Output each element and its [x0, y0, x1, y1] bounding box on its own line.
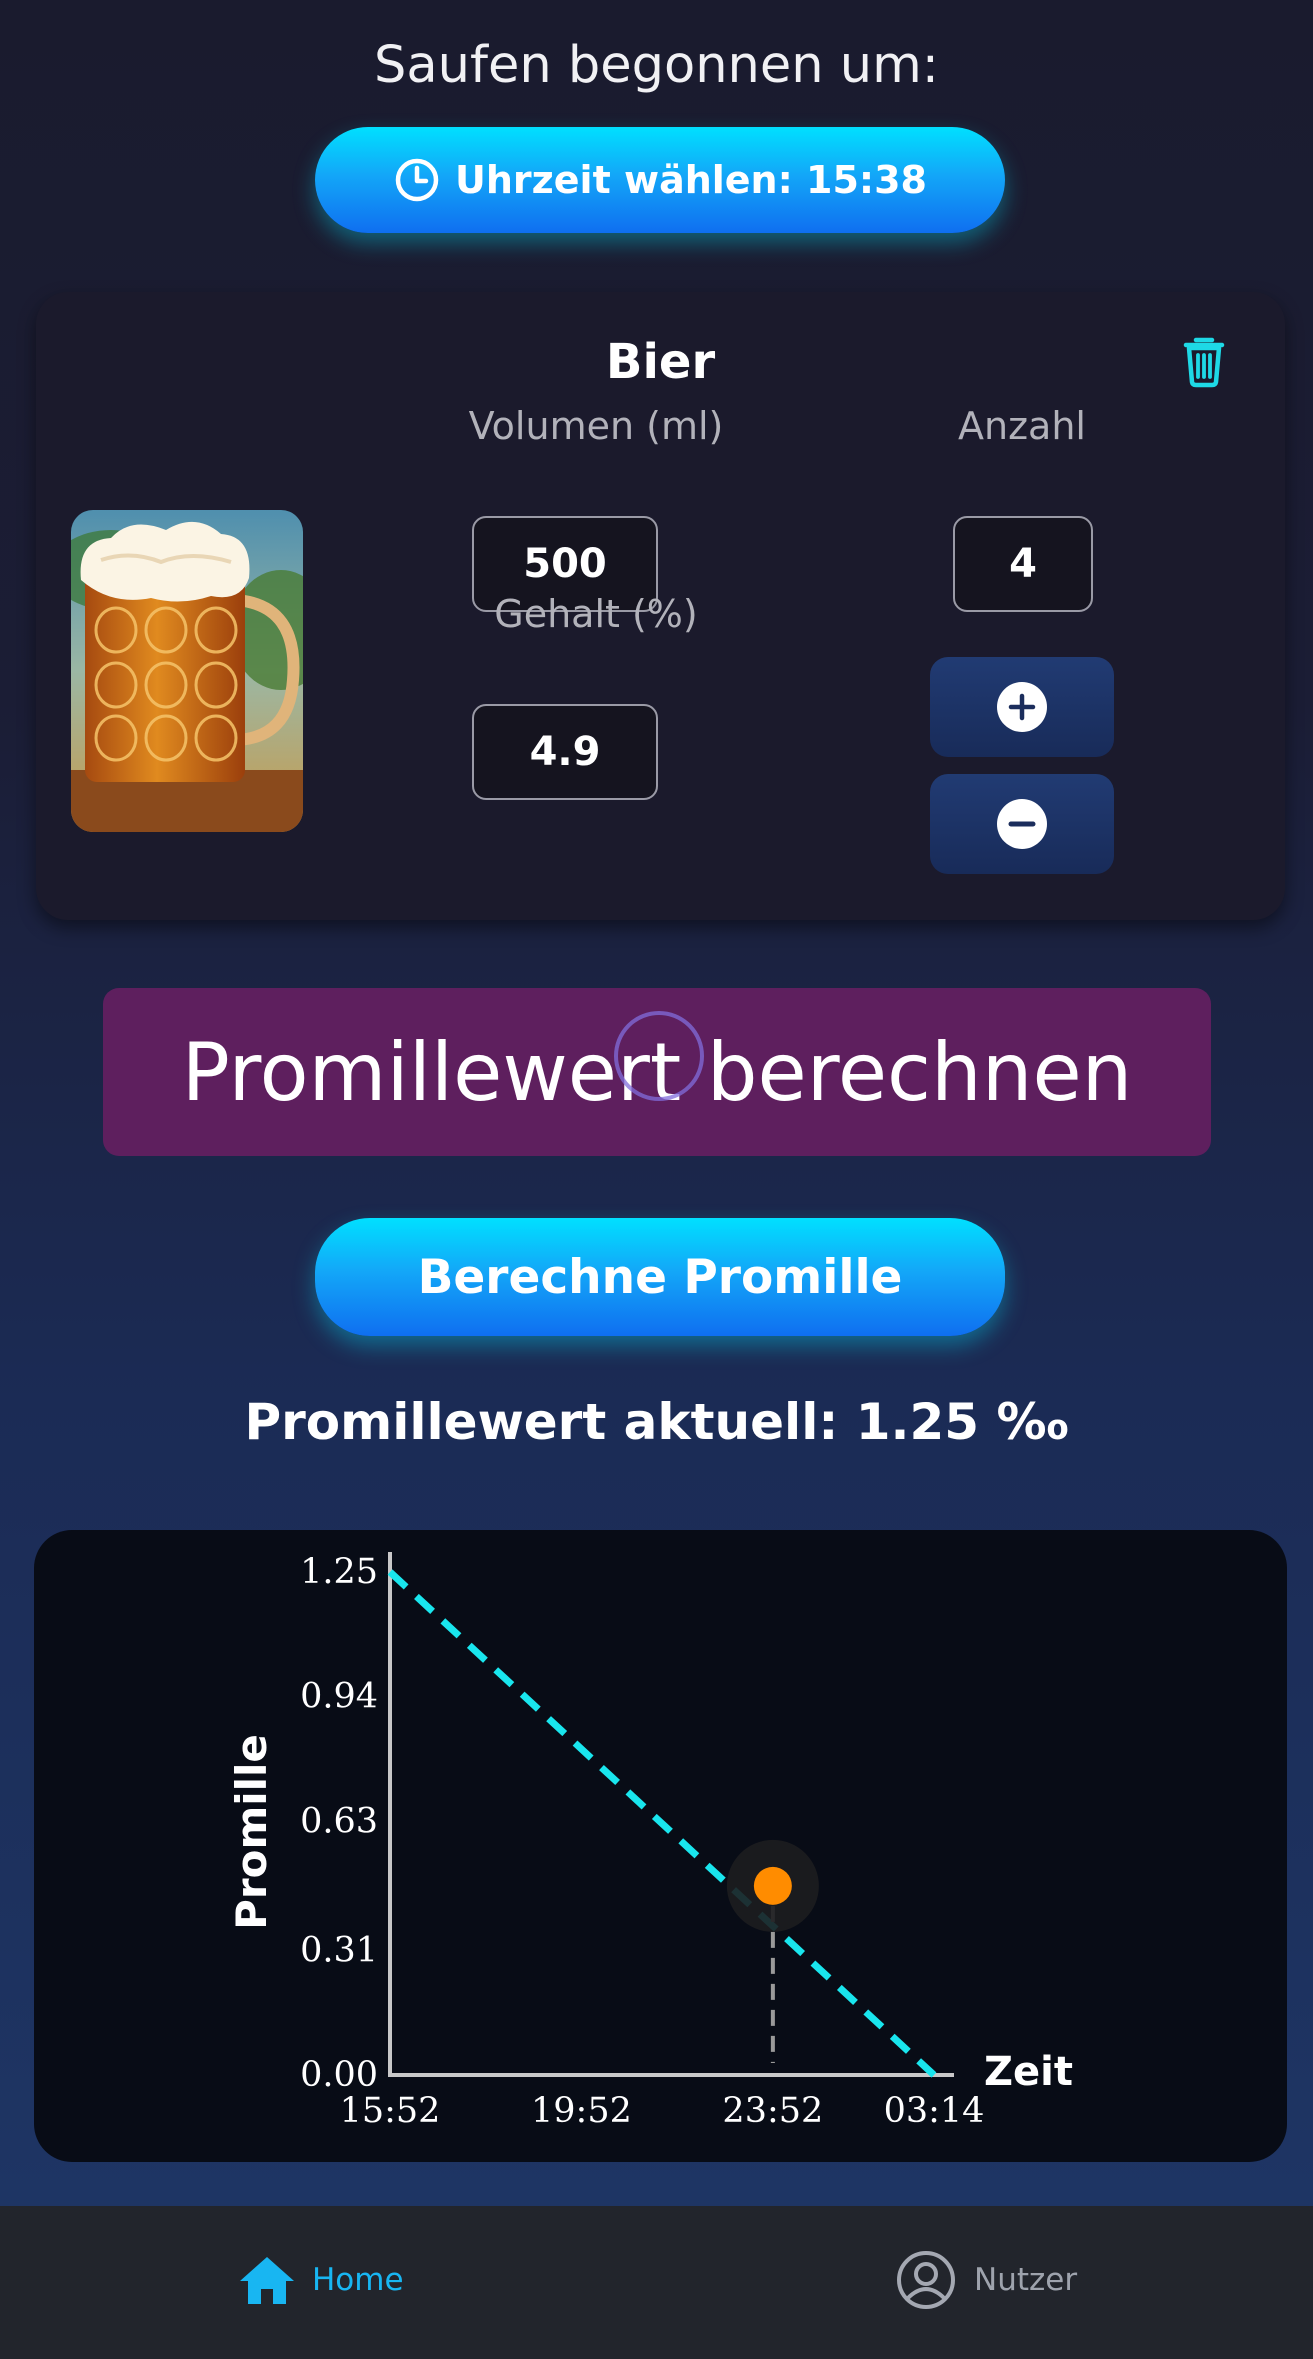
- nav-user[interactable]: Nutzer: [896, 2250, 1077, 2310]
- drink-card: Bier Volumen (ml) 500 Gehalt (%) 4.9 Anz…: [36, 292, 1285, 920]
- y-tick-label: 0.31: [300, 1930, 378, 1970]
- y-tick-label: 0.00: [300, 2055, 378, 2095]
- nav-home-label: Home: [312, 2262, 404, 2298]
- nav-home[interactable]: Home: [238, 2254, 404, 2306]
- x-tick-label: 15:52: [340, 2091, 441, 2131]
- y-axis-label: Promille: [227, 1734, 276, 1930]
- x-tick-label: 19:52: [531, 2091, 632, 2131]
- x-axis-label: Zeit: [984, 2049, 1073, 2095]
- choose-time-label: Uhrzeit wählen: 15:38: [455, 158, 927, 202]
- alcohol-content-input[interactable]: 4.9: [472, 704, 658, 800]
- user-circle-icon: [897, 2251, 955, 2309]
- beer-image: [71, 510, 303, 832]
- promille-chart: 1.25 0.94 0.63 0.31 0.00 15:52 19:52 23:52 03:1…: [227, 1552, 1073, 2131]
- nav-user-label: Nutzer: [974, 2262, 1078, 2298]
- promille-series-line: [387, 1569, 937, 2078]
- trash-icon[interactable]: [1174, 330, 1234, 390]
- loading-ring-icon: [614, 1011, 704, 1101]
- clock-icon: [395, 158, 439, 202]
- y-tick-label: 0.63: [300, 1801, 378, 1841]
- x-tick-label: 23:52: [722, 2091, 823, 2131]
- count-input[interactable]: 4: [953, 516, 1093, 612]
- y-tick-label: 0.94: [300, 1677, 378, 1717]
- alcohol-content-label: Gehalt (%): [494, 592, 698, 636]
- y-tick-label: 1.25: [300, 1552, 378, 1592]
- drink-name: Bier: [605, 334, 716, 390]
- increase-count-button[interactable]: [930, 657, 1114, 757]
- bottom-navigation: Home Nutzer: [0, 2206, 1313, 2359]
- minus-circle-icon: [997, 799, 1047, 849]
- x-tick-label: 03:14: [884, 2091, 985, 2131]
- current-promille-result: Promillewert aktuell: 1.25 ‰: [244, 1393, 1069, 1451]
- promille-chart-card: 1.25 0.94 0.63 0.31 0.00 15:52 19:52 23:52 03:1…: [34, 1530, 1287, 2162]
- home-icon: [240, 2257, 294, 2304]
- plus-circle-icon: [997, 682, 1047, 732]
- calculate-promille-button[interactable]: Berechne Promille: [315, 1218, 1005, 1336]
- decrease-count-button[interactable]: [930, 774, 1114, 874]
- current-time-marker[interactable]: [753, 1866, 792, 1905]
- start-time-title: Saufen begonnen um:: [374, 36, 939, 95]
- volume-label: Volumen (ml): [468, 404, 724, 448]
- count-label: Anzahl: [958, 404, 1086, 448]
- choose-time-button[interactable]: Uhrzeit wählen: 15:38: [315, 127, 1005, 233]
